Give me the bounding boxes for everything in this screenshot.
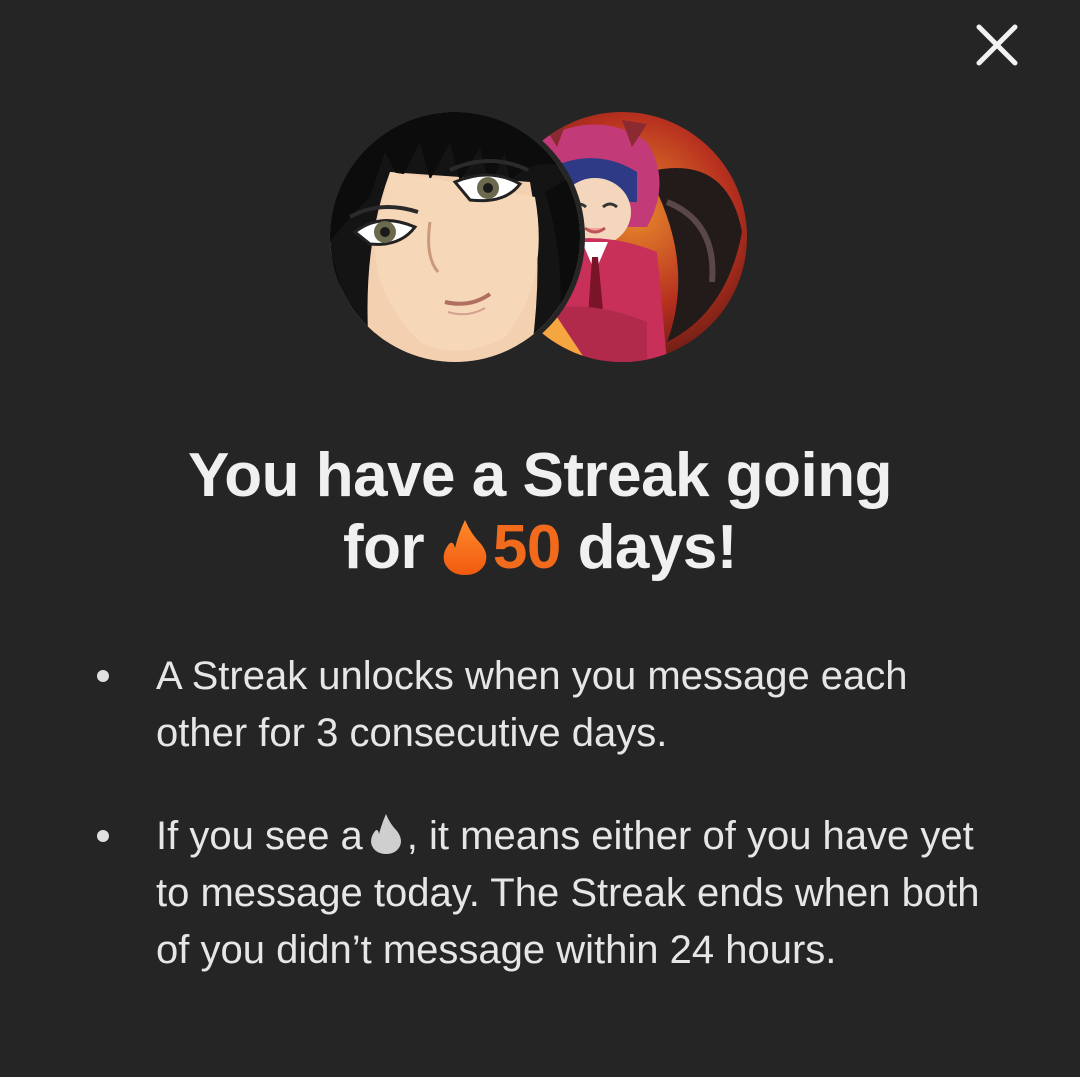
flame-icon	[441, 518, 489, 576]
close-button[interactable]	[974, 22, 1020, 68]
streak-info-list: A Streak unlocks when you message each o…	[0, 648, 1080, 1025]
bullet-dot	[97, 670, 109, 682]
headline-suffix: days!	[577, 513, 738, 582]
streak-headline: You have a Streak going for 50 days!	[0, 440, 1080, 584]
list-item: If you see a , it means either of you ha…	[0, 808, 1080, 979]
list-item: A Streak unlocks when you message each o…	[0, 648, 1080, 762]
headline-prefix: for	[342, 513, 425, 582]
grey-flame-icon	[369, 813, 403, 855]
avatar-group	[0, 107, 1080, 367]
avatar-left	[325, 107, 585, 367]
bullet-text-before: If you see a	[156, 814, 363, 858]
bullet-text: A Streak unlocks when you message each o…	[156, 654, 908, 755]
bullet-dot	[97, 830, 109, 842]
headline-line-2: for 50 days!	[0, 512, 1080, 584]
streak-day-count: 50	[492, 513, 561, 582]
streak-dialog: You have a Streak going for 50 days! A S…	[0, 0, 1080, 1077]
close-icon[interactable]	[974, 22, 1020, 68]
headline-line-1: You have a Streak going	[188, 441, 892, 510]
